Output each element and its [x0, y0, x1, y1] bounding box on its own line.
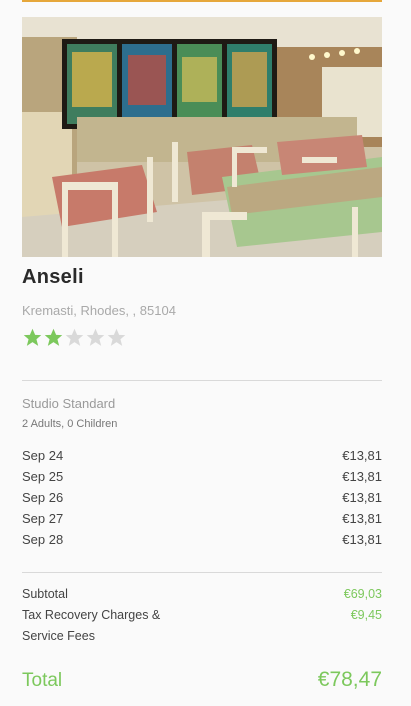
night-row: Sep 27 €13,81: [22, 510, 382, 531]
night-price: €13,81: [342, 448, 382, 463]
total-value: €78,47: [317, 668, 382, 691]
top-accent-bar: [22, 0, 382, 2]
night-date: Sep 25: [22, 469, 64, 484]
star-empty-icon: [86, 328, 105, 346]
night-row: Sep 25 €13,81: [22, 468, 382, 489]
night-date: Sep 26: [22, 490, 64, 505]
night-price: €13,81: [342, 511, 382, 526]
night-price: €13,81: [342, 532, 382, 547]
night-price: €13,81: [342, 490, 382, 505]
tax-label: Tax Recovery Charges & Service Fees: [22, 608, 161, 643]
night-row: Sep 26 €13,81: [22, 489, 382, 510]
guest-count: 2 Adults, 0 Children: [22, 418, 118, 430]
subtotal-value: €69,03: [343, 587, 382, 601]
subtotal-row: Subtotal €69,03: [22, 587, 382, 601]
total-label: Total: [22, 670, 63, 691]
star-empty-icon: [107, 328, 126, 346]
tax-row: Tax Recovery Charges & Service Fees €9,4…: [22, 605, 382, 647]
divider: [22, 572, 382, 573]
night-row: Sep 28 €13,81: [22, 531, 382, 552]
night-date: Sep 24: [22, 448, 64, 463]
subtotal-label: Subtotal: [22, 587, 68, 601]
night-date: Sep 28: [22, 532, 64, 547]
star-empty-icon: [65, 328, 84, 346]
night-row: Sep 24 €13,81: [22, 447, 382, 468]
star-filled-icon: [44, 328, 63, 346]
total-row: Total €78,47: [22, 668, 382, 692]
star-filled-icon: [23, 328, 42, 346]
room-type: Studio Standard: [22, 396, 116, 411]
night-date: Sep 27: [22, 511, 64, 526]
hotel-address: Kremasti, Rhodes, , 85104: [22, 303, 176, 318]
hotel-photo: [22, 17, 382, 257]
tax-value: €9,45: [350, 608, 382, 622]
night-price: €13,81: [342, 469, 382, 484]
star-rating: [22, 327, 127, 348]
nightly-price-list: Sep 24 €13,81 Sep 25 €13,81 Sep 26 €13,8…: [22, 447, 382, 552]
divider: [22, 380, 382, 381]
hotel-name: Anseli: [22, 266, 84, 288]
